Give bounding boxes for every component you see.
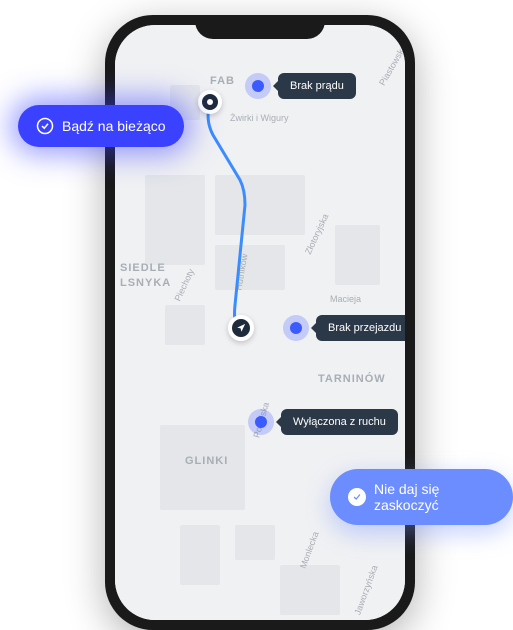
map-tooltip-closed[interactable]: Wyłączona z ruchu <box>281 409 398 435</box>
map-tooltip-power[interactable]: Brak prądu <box>278 73 356 99</box>
route-end-marker[interactable] <box>228 315 254 341</box>
check-circle-icon <box>36 117 54 135</box>
pill-label: Nie daj się zaskoczyć <box>374 481 495 513</box>
phone-notch <box>195 15 325 39</box>
alert-marker[interactable] <box>290 322 302 334</box>
route-start-marker[interactable] <box>198 90 222 114</box>
alert-marker[interactable] <box>252 80 264 92</box>
navigation-icon <box>236 323 246 333</box>
map-tooltip-passage[interactable]: Brak przejazdu <box>316 315 405 341</box>
tooltip-label: Wyłączona z ruchu <box>293 416 386 428</box>
tooltip-label: Brak prądu <box>290 80 344 92</box>
alert-marker[interactable] <box>255 416 267 428</box>
pill-no-surprises[interactable]: Nie daj się zaskoczyć <box>330 469 513 525</box>
tooltip-label: Brak przejazdu <box>328 322 401 334</box>
pill-stay-updated[interactable]: Bądź na bieżąco <box>18 105 184 147</box>
pill-label: Bądź na bieżąco <box>62 118 166 134</box>
check-filled-icon <box>348 488 366 506</box>
